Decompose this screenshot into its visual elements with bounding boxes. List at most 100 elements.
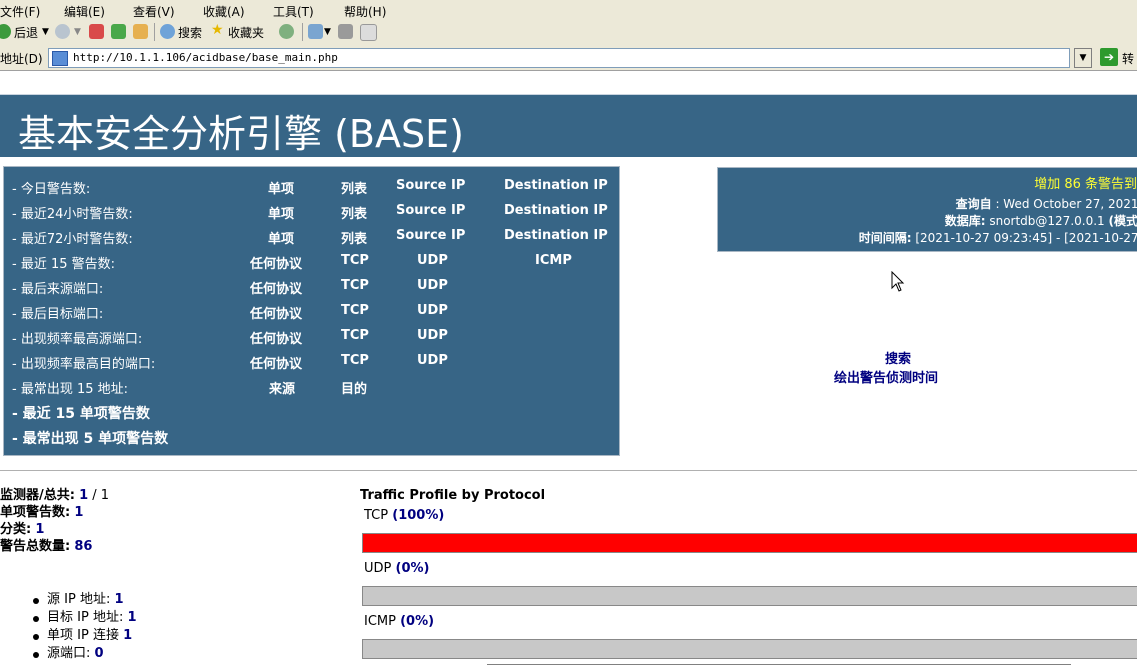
- row-link[interactable]: UDP: [417, 278, 448, 293]
- go-arrow-icon[interactable]: ➔: [1100, 48, 1118, 66]
- address-label: 地址(D): [0, 52, 43, 66]
- panel-row-top-src-port: - 出现频率最高源端口: 任何协议 TCP UDP: [4, 324, 621, 349]
- row-link[interactable]: 任何协议: [250, 353, 302, 372]
- unique-alerts-link[interactable]: 1: [74, 505, 83, 520]
- row-link[interactable]: 单项: [268, 178, 294, 197]
- row-link[interactable]: TCP: [341, 253, 369, 268]
- back-button[interactable]: 后退: [14, 24, 38, 41]
- edit-icon[interactable]: [360, 24, 377, 41]
- row-link[interactable]: TCP: [341, 328, 369, 343]
- menu-edit[interactable]: 编辑(E): [64, 3, 105, 20]
- protocol-percent[interactable]: (100%): [392, 508, 444, 523]
- added-alerts-link[interactable]: 增加 86 条警告到警: [1034, 173, 1137, 192]
- back-icon[interactable]: [0, 24, 11, 39]
- toolbar-separator: [302, 23, 303, 41]
- sensors-label: 监测器/总共:: [0, 488, 75, 503]
- protocol-percent[interactable]: (0%): [396, 561, 430, 576]
- forward-dropdown-icon[interactable]: ▼: [74, 27, 81, 37]
- row-link[interactable]: UDP: [417, 303, 448, 318]
- row-link[interactable]: UDP: [417, 253, 448, 268]
- search-button[interactable]: 搜索: [178, 24, 202, 41]
- row-link[interactable]: TCP: [341, 353, 369, 368]
- row-link[interactable]: 目的: [341, 378, 367, 397]
- unique-alerts-label: 单项警告数:: [0, 505, 71, 520]
- query-time-line: 查询自 : Wed October 27, 2021 1: [956, 195, 1137, 212]
- dst-ip-link[interactable]: 1: [127, 610, 136, 625]
- protocol-label-udp: UDP (0%): [364, 561, 429, 576]
- protocol-label-tcp: TCP (100%): [364, 508, 444, 523]
- row-link[interactable]: 任何协议: [250, 303, 302, 322]
- total-alerts-line: 警告总数量: 86: [0, 538, 109, 555]
- row-link[interactable]: 单项: [268, 228, 294, 247]
- src-ip-link[interactable]: 1: [114, 592, 123, 607]
- history-icon[interactable]: [279, 24, 294, 39]
- src-port-link[interactable]: 0: [95, 646, 104, 661]
- row-label: - 今日警告数:: [12, 182, 91, 197]
- query-label: 查询自: [955, 197, 992, 211]
- url-text[interactable]: http://10.1.1.106/acidbase/base_main.php: [73, 51, 338, 64]
- address-dropdown-icon[interactable]: ▼: [1074, 48, 1092, 68]
- graph-alert-time-link[interactable]: 绘出警告侦测时间: [834, 367, 938, 386]
- bullet-icon: [33, 652, 39, 658]
- bullet-icon: [33, 634, 39, 640]
- row-link[interactable]: 任何协议: [250, 328, 302, 347]
- row-link[interactable]: UDP: [417, 328, 448, 343]
- row-link[interactable]: Destination IP: [504, 228, 608, 243]
- menu-help[interactable]: 帮助(H): [344, 3, 386, 20]
- sensors-link[interactable]: 1: [79, 488, 88, 503]
- menu-file[interactable]: 文件(F): [0, 3, 40, 20]
- protocol-percent[interactable]: (0%): [400, 614, 434, 629]
- menu-bar: 文件(F) 编辑(E) 查看(V) 收藏(A) 工具(T) 帮助(H): [0, 0, 1137, 21]
- search-link[interactable]: 搜索: [885, 348, 911, 367]
- back-dropdown-icon[interactable]: ▼: [42, 27, 49, 37]
- row-label: - 最近72小时警告数:: [12, 232, 133, 247]
- page-icon: [52, 51, 68, 66]
- row-link[interactable]: Source IP: [396, 203, 465, 218]
- categories-link[interactable]: 1: [35, 522, 44, 537]
- row-link[interactable]: UDP: [417, 353, 448, 368]
- row-link[interactable]: 单项: [268, 203, 294, 222]
- menu-favorites[interactable]: 收藏(A): [203, 3, 245, 20]
- protocol-name: UDP: [364, 561, 392, 576]
- categories-label: 分类:: [0, 522, 32, 537]
- protocol-name: TCP: [364, 508, 389, 523]
- address-input[interactable]: http://10.1.1.106/acidbase/base_main.php: [48, 48, 1070, 68]
- print-icon[interactable]: [338, 24, 353, 39]
- menu-tools[interactable]: 工具(T): [273, 3, 314, 20]
- row-link[interactable]: 来源: [269, 378, 295, 397]
- row-link[interactable]: Source IP: [396, 228, 465, 243]
- row-link[interactable]: 任何协议: [250, 253, 302, 272]
- mail-icon[interactable]: [308, 24, 323, 39]
- toolbar: 后退 ▼ ▼ 搜索 ★ 收藏夹 ▼: [0, 20, 1137, 45]
- row-link[interactable]: 列表: [341, 178, 367, 197]
- panel-row-last15: - 最近 15 警告数: 任何协议 TCP UDP ICMP: [4, 249, 621, 274]
- favorites-button[interactable]: 收藏夹: [228, 24, 264, 41]
- stop-icon[interactable]: [89, 24, 104, 39]
- star-icon[interactable]: ★: [211, 22, 224, 38]
- row-label[interactable]: - 最近 15 单项警告数: [12, 403, 150, 423]
- row-link[interactable]: TCP: [341, 303, 369, 318]
- home-icon[interactable]: [133, 24, 148, 39]
- panel-row-last-dst-port: - 最后目标端口: 任何协议 TCP UDP: [4, 299, 621, 324]
- mail-dropdown-icon[interactable]: ▼: [324, 27, 331, 37]
- src-port-label: 源端口:: [47, 646, 95, 661]
- menu-view[interactable]: 查看(V): [133, 3, 175, 20]
- ip-links-link[interactable]: 1: [123, 628, 132, 643]
- row-link[interactable]: Source IP: [396, 178, 465, 193]
- row-link[interactable]: 列表: [341, 228, 367, 247]
- panel-row-last15-unique: - 最近 15 单项警告数: [4, 399, 621, 424]
- row-link[interactable]: TCP: [341, 278, 369, 293]
- time-interval-label: 时间间隔:: [858, 231, 912, 245]
- row-link[interactable]: 列表: [341, 203, 367, 222]
- total-alerts-link[interactable]: 86: [74, 539, 92, 554]
- row-label[interactable]: - 最常出现 5 单项警告数: [12, 428, 168, 448]
- search-icon[interactable]: [160, 24, 175, 39]
- row-link[interactable]: Destination IP: [504, 178, 608, 193]
- go-button[interactable]: 转: [1122, 50, 1134, 67]
- row-link[interactable]: 任何协议: [250, 278, 302, 297]
- row-link[interactable]: Destination IP: [504, 203, 608, 218]
- forward-icon[interactable]: [55, 24, 70, 39]
- panel-row-last-src-port: - 最后来源端口: 任何协议 TCP UDP: [4, 274, 621, 299]
- refresh-icon[interactable]: [111, 24, 126, 39]
- row-link[interactable]: ICMP: [535, 253, 572, 268]
